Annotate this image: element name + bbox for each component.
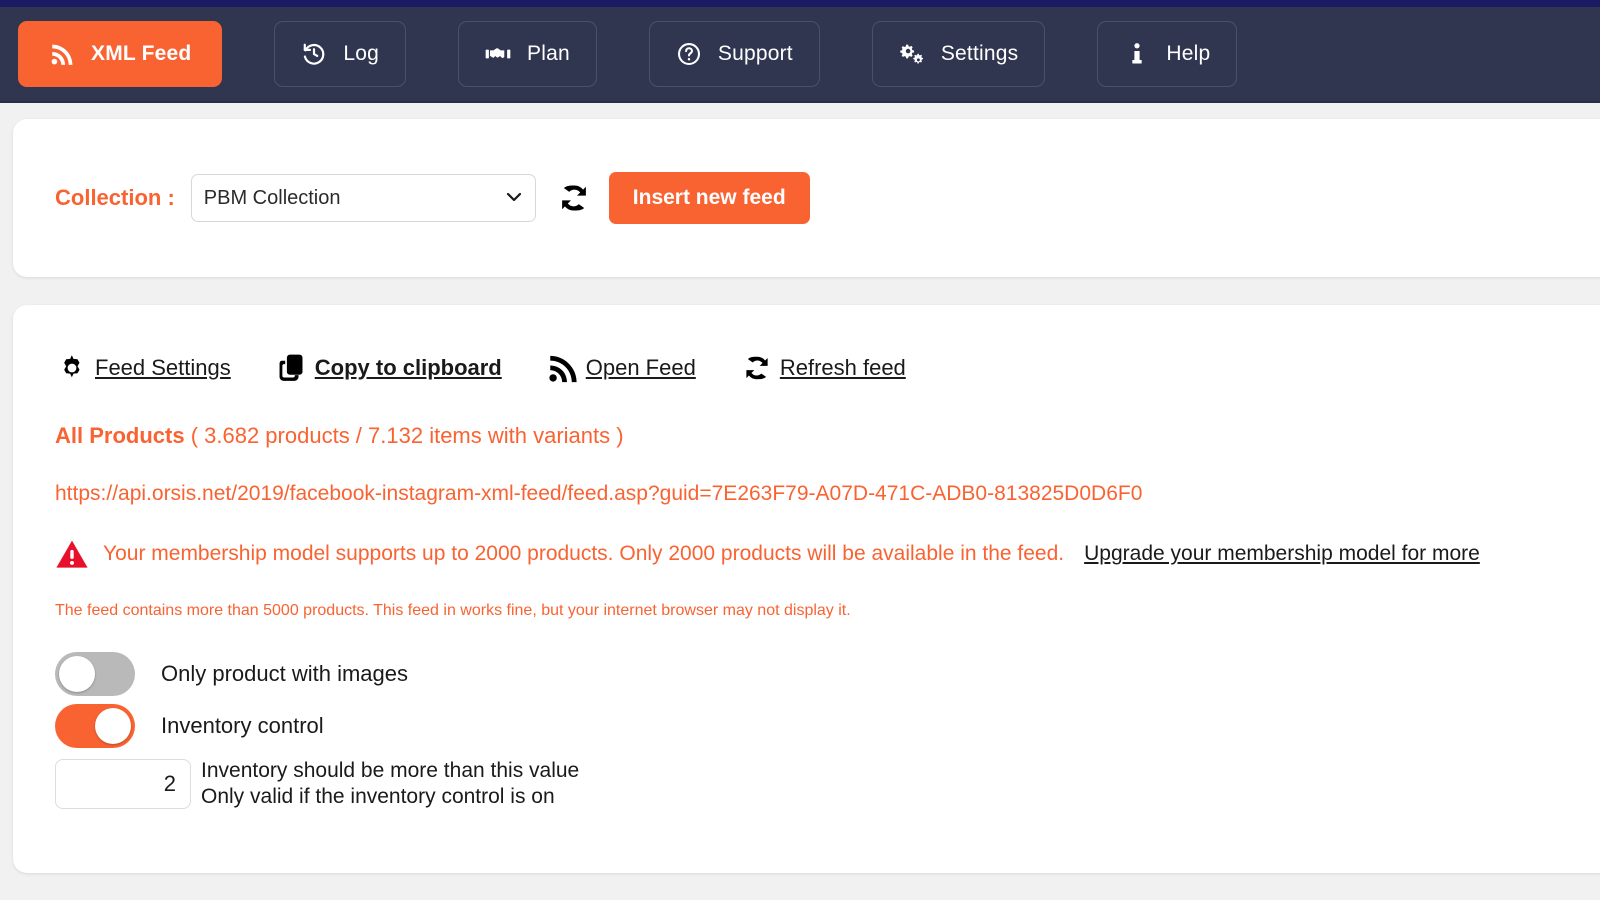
- products-summary: All Products ( 3.682 products / 7.132 it…: [55, 423, 1600, 449]
- feed-settings-label: Feed Settings: [95, 355, 231, 380]
- top-accent-strip: [0, 0, 1600, 7]
- inventory-threshold-hint-line1: Inventory should be more than this value: [201, 759, 580, 782]
- copy-to-clipboard-link[interactable]: Copy to clipboard: [275, 351, 502, 385]
- nav-item-label: Plan: [527, 42, 570, 65]
- nav-item-label: Settings: [940, 42, 1019, 65]
- nav-item-settings[interactable]: Settings: [871, 21, 1046, 87]
- gears-icon: [899, 41, 925, 67]
- feed-url[interactable]: https://api.orsis.net/2019/facebook-inst…: [55, 482, 1600, 506]
- toggle-knob: [59, 656, 95, 692]
- refresh-feed-label: Refresh feed: [779, 355, 906, 380]
- only-product-with-images-label: Only product with images: [161, 661, 408, 686]
- main-navbar: XML Feed Log Plan Support Settings Help: [0, 7, 1600, 103]
- only-product-with-images-toggle[interactable]: [55, 652, 135, 696]
- feed-actions-row: Feed Settings Copy to clipboard Open Fee…: [55, 351, 1600, 385]
- collection-row: Collection : PBM Collection Insert new f…: [55, 172, 810, 224]
- toggle-row-inventory-control: Inventory control: [55, 704, 1600, 748]
- refresh-icon[interactable]: [555, 179, 593, 217]
- warning-triangle-icon: [55, 538, 89, 570]
- rss-icon: [546, 351, 580, 385]
- feed-size-note: The feed contains more than 5000 product…: [55, 602, 851, 619]
- open-feed-link[interactable]: Open Feed: [546, 351, 696, 385]
- nav-item-plan[interactable]: Plan: [458, 21, 597, 87]
- gear-icon: [55, 351, 89, 385]
- open-feed-label: Open Feed: [585, 355, 696, 380]
- history-icon: [301, 41, 327, 67]
- nav-item-label: Log: [343, 42, 380, 65]
- inventory-threshold-hint: Inventory should be more than this value…: [201, 758, 579, 811]
- collection-label: Collection :: [55, 185, 175, 210]
- toggle-row-only-product-with-images: Only product with images: [55, 652, 1600, 696]
- inventory-threshold-hint-line2: Only valid if the inventory control is o…: [201, 785, 555, 809]
- copy-to-clipboard-label: Copy to clipboard: [314, 355, 502, 380]
- membership-warning: Your membership model supports up to 200…: [55, 538, 1600, 570]
- nav-item-label: Help: [1166, 42, 1211, 65]
- refresh-feed-link[interactable]: Refresh feed: [740, 351, 906, 385]
- feed-settings-link[interactable]: Feed Settings: [55, 351, 231, 385]
- toggle-knob: [95, 708, 131, 744]
- collection-card: Collection : PBM Collection Insert new f…: [13, 119, 1600, 277]
- collection-select-wrapper: PBM Collection: [190, 174, 536, 222]
- rss-icon: [49, 41, 75, 67]
- products-count: ( 3.682 products / 7.132 items with vari…: [190, 423, 624, 448]
- membership-warning-text: Your membership model supports up to 200…: [103, 542, 1065, 565]
- refresh-icon: [740, 351, 774, 385]
- inventory-threshold-input[interactable]: [55, 759, 191, 810]
- nav-item-label: Support: [717, 42, 793, 65]
- nav-item-xml-feed[interactable]: XML Feed: [18, 21, 223, 87]
- nav-item-log[interactable]: Log: [274, 21, 407, 87]
- products-title: All Products: [55, 423, 185, 448]
- inventory-control-toggle[interactable]: [55, 704, 135, 748]
- collection-select[interactable]: PBM Collection: [190, 174, 536, 222]
- info-icon: [1124, 41, 1150, 67]
- question-circle-icon: [676, 41, 702, 67]
- nav-item-support[interactable]: Support: [648, 21, 820, 87]
- inventory-control-label: Inventory control: [161, 713, 324, 738]
- clipboard-copy-icon: [275, 351, 309, 385]
- inventory-value-row: Inventory should be more than this value…: [55, 758, 1600, 811]
- nav-item-label: XML Feed: [91, 42, 192, 65]
- insert-new-feed-button[interactable]: Insert new feed: [608, 172, 810, 224]
- upgrade-membership-link[interactable]: Upgrade your membership model for more: [1084, 542, 1480, 566]
- feed-panel-card: Feed Settings Copy to clipboard Open Fee…: [13, 305, 1600, 873]
- handshake-icon: [485, 41, 511, 67]
- nav-item-help[interactable]: Help: [1097, 21, 1238, 87]
